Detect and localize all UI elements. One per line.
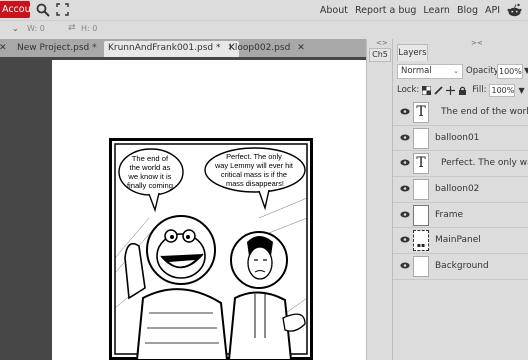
api-link[interactable]: API: [485, 5, 500, 16]
balloon1-line: The end of: [132, 154, 169, 163]
fullscreen-icon[interactable]: [56, 3, 69, 16]
eye-icon[interactable]: [400, 211, 410, 218]
document-canvas[interactable]: The end of the world as we know it is fi…: [52, 60, 366, 360]
eye-icon[interactable]: [400, 159, 410, 166]
balloon1-line: the world as: [129, 163, 170, 172]
search-icon[interactable]: [36, 3, 50, 17]
layer-thumbnail: [413, 256, 429, 278]
eye-icon[interactable]: [400, 108, 410, 115]
balloon2-line: critical mass is if the: [221, 170, 287, 179]
tab-krunnandfrank[interactable]: KrunnAndFrank001.psd * ✕: [104, 41, 240, 57]
layer-row[interactable]: T The end of the world as: [393, 100, 528, 126]
tab-new-project[interactable]: New Project.psd *✕: [17, 41, 111, 57]
svg-text:The end of the world a: The end of the world as we know it is fi…: [127, 154, 175, 190]
opacity-input[interactable]: 100%: [497, 64, 523, 79]
layer-row[interactable]: T Perfect. The only way Le: [393, 151, 528, 178]
canvas-workspace[interactable]: The end of the world as we know it is fi…: [0, 57, 366, 360]
layer-row[interactable]: balloon01: [393, 125, 528, 152]
height-value: 0: [92, 24, 98, 33]
blog-link[interactable]: Blog: [457, 5, 478, 16]
account-button[interactable]: Account: [0, 1, 30, 18]
expand-arrows-icon[interactable]: <>: [376, 39, 388, 47]
report-bug-link[interactable]: Report a bug: [355, 5, 416, 16]
layer-name: MainPanel: [435, 235, 481, 246]
lock-transparency-icon[interactable]: [422, 85, 432, 95]
document-tabs: ✕ New Project.psd *✕ KrunnAndFrank001.ps…: [0, 39, 366, 57]
chevron-down-icon: ⌄: [453, 67, 459, 75]
dropdown-arrow-icon[interactable]: ▼: [524, 66, 528, 75]
balloon2-line: Perfect. The only: [226, 152, 282, 161]
panel-strip: <> Ch5: [366, 39, 392, 360]
layer-thumbnail: ▪▪: [413, 230, 429, 252]
layer-row[interactable]: ▪▪ MainPanel: [393, 228, 528, 255]
layer-row[interactable]: balloon02: [393, 177, 528, 203]
layer-name: balloon01: [435, 132, 480, 143]
layer-name: balloon02: [435, 184, 480, 195]
close-icon[interactable]: ✕: [297, 43, 305, 53]
height-label: H:: [81, 24, 90, 33]
opacity-label: Opacity:: [466, 66, 501, 76]
learn-link[interactable]: Learn: [423, 5, 450, 16]
svg-text:Perfect. The only way: Perfect. The only way Lemmy will ever hi…: [214, 152, 295, 188]
layer-row[interactable]: Frame: [393, 202, 528, 229]
layer-list: T The end of the world as balloon01 T Pe…: [393, 100, 528, 280]
top-menu-bar: Account About Report a bug Learn Blog AP…: [0, 0, 528, 20]
lock-row: Lock: Fill: 100% ▼: [397, 83, 525, 97]
layer-name: Frame: [435, 209, 464, 220]
blend-mode-value: Normal: [401, 66, 432, 76]
eye-icon[interactable]: [400, 185, 410, 192]
layers-panel: >< Layers Normal ⌄ Opacity: 100% ▼ Lock:…: [392, 39, 528, 360]
balloon1-line: finally coming.: [127, 181, 175, 190]
blend-mode-select[interactable]: Normal ⌄: [397, 64, 463, 79]
tab-label: New Project.psd *: [17, 43, 97, 53]
comic-panel-image: The end of the world as we know it is fi…: [109, 138, 313, 360]
balloon1-line: we know it is: [127, 172, 171, 181]
tab-label: KrunnAndFrank001.psd *: [108, 43, 221, 53]
tab-layers[interactable]: Layers: [397, 44, 428, 61]
tool-options-bar: ⌄ W: 0 ⇄ H: 0: [0, 20, 528, 39]
balloon2-line: way Lemmy will ever hit: [214, 161, 293, 170]
lock-icon[interactable]: [458, 86, 467, 95]
text-layer-icon: T: [413, 153, 429, 175]
lock-label: Lock:: [397, 85, 420, 95]
collapse-arrows-icon[interactable]: ><: [471, 39, 483, 47]
layer-thumbnail: [413, 179, 429, 201]
reddit-icon[interactable]: [507, 3, 522, 17]
eye-icon[interactable]: [400, 236, 410, 243]
move-icon[interactable]: [446, 85, 456, 95]
width-value: 0: [39, 24, 45, 33]
brush-icon[interactable]: [434, 85, 443, 95]
layer-thumbnail: [413, 204, 429, 226]
dropdown-arrow-icon[interactable]: ▼: [518, 86, 524, 95]
layer-name: Perfect. The only way Le: [441, 158, 528, 169]
fill-label: Fill:: [472, 85, 487, 95]
close-icon[interactable]: ✕: [0, 41, 7, 57]
top-links: About Report a bug Learn Blog API: [320, 0, 522, 20]
layer-name: Background: [435, 261, 489, 272]
chevron-down-icon[interactable]: ⌄: [0, 24, 22, 37]
text-layer-icon: T: [413, 102, 429, 123]
width-field[interactable]: W: 0: [27, 24, 45, 33]
eye-icon[interactable]: [400, 134, 410, 141]
eye-icon[interactable]: [400, 262, 410, 269]
height-field[interactable]: H: 0: [81, 24, 97, 33]
layer-row[interactable]: Background: [393, 254, 528, 280]
layer-name: The end of the world as: [441, 107, 528, 117]
about-link[interactable]: About: [320, 5, 348, 16]
balloon2-line: mass disappears!: [226, 179, 284, 188]
width-label: W:: [27, 24, 38, 33]
swap-icon[interactable]: ⇄: [68, 23, 76, 33]
tab-kloop002[interactable]: Kloop002.psd ✕: [229, 41, 305, 57]
layer-thumbnail: [413, 127, 429, 149]
channels-tab[interactable]: Ch5: [369, 48, 391, 62]
tab-label: Kloop002.psd: [229, 43, 291, 53]
fill-input[interactable]: 100%: [489, 83, 516, 97]
